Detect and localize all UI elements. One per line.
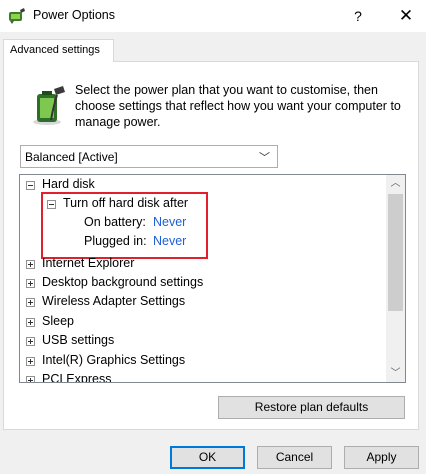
settings-tree[interactable]: Hard disk Turn off hard disk after On ba… [19,174,406,383]
title-bar: Power Options ? ✕ [0,0,426,32]
highlight-box [41,192,208,259]
tree-item-label: USB settings [42,333,115,347]
chevron-down-icon: ﹀ [259,152,270,164]
expand-icon[interactable] [26,337,35,346]
description-text: Select the power plan that you want to c… [75,83,401,129]
tree-item-pci-express[interactable]: PCI Express [20,370,380,383]
scroll-down-icon[interactable]: ﹀ [386,365,405,382]
expand-icon[interactable] [26,357,35,366]
expand-icon[interactable] [26,298,35,307]
scrollbar-thumb[interactable] [388,194,403,311]
power-options-icon [9,8,25,24]
power-plan-dropdown[interactable]: Balanced [Active] ﹀ [20,145,278,168]
ok-button[interactable]: OK [170,446,245,469]
close-button[interactable]: ✕ [392,4,420,28]
tree-item-label: Internet Explorer [42,256,135,270]
help-button[interactable]: ? [346,5,370,27]
tab-advanced-settings[interactable]: Advanced settings [3,39,114,62]
tree-item-label: Desktop background settings [42,275,204,289]
tree-item-label: Sleep [42,314,74,328]
cancel-button[interactable]: Cancel [257,446,332,469]
expand-icon[interactable] [26,376,35,382]
vertical-scrollbar[interactable]: ︿ ﹀ [386,175,405,382]
tree-item-wireless-adapter[interactable]: Wireless Adapter Settings [20,292,380,311]
tree-item-desktop-background[interactable]: Desktop background settings [20,273,380,292]
tree-item-intel-graphics[interactable]: Intel(R) Graphics Settings [20,351,380,370]
battery-plug-icon [33,86,65,125]
tree-item-label: PCI Express [42,372,112,383]
tree-item-label: Intel(R) Graphics Settings [42,353,186,367]
tree-item-usb-settings[interactable]: USB settings [20,331,380,350]
expand-icon[interactable] [26,318,35,327]
restore-plan-defaults-button[interactable]: Restore plan defaults [218,396,405,419]
tree-item-internet-explorer[interactable]: Internet Explorer [20,254,380,273]
expand-icon[interactable] [26,279,35,288]
window-title: Power Options [33,8,115,22]
apply-button[interactable]: Apply [344,446,419,469]
power-plan-selected: Balanced [Active] [25,150,118,164]
expand-icon[interactable] [26,260,35,269]
scroll-up-icon[interactable]: ︿ [386,175,405,192]
tree-item-sleep[interactable]: Sleep [20,312,380,331]
tree-item-label: Wireless Adapter Settings [42,294,186,308]
collapse-icon[interactable] [26,181,35,190]
